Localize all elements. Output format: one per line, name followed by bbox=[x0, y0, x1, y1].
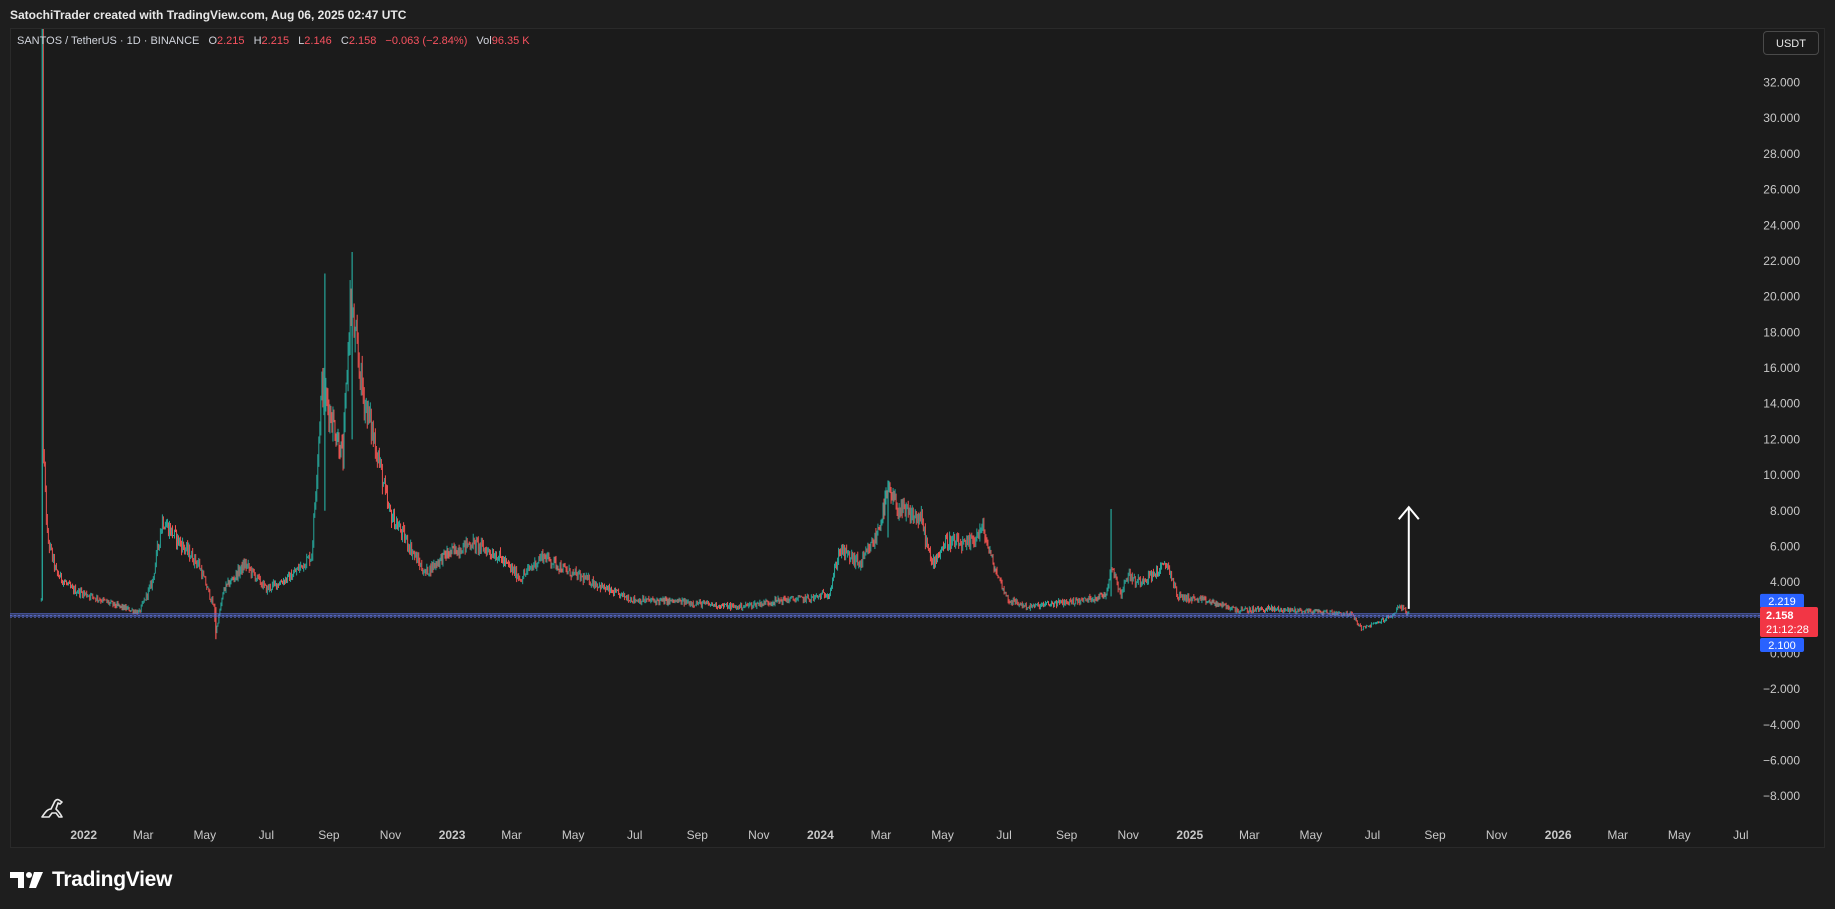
candles-group bbox=[40, 29, 1410, 640]
tradingview-footer: TradingView bbox=[10, 866, 172, 894]
y-tick-label: 12.000 bbox=[1763, 432, 1800, 446]
y-tick-label: 22.000 bbox=[1763, 254, 1800, 268]
open-value: 2.215 bbox=[217, 35, 245, 47]
volume-value: 96.35 K bbox=[491, 35, 530, 47]
x-tick-label: Mar bbox=[871, 828, 892, 842]
x-tick-label: Nov bbox=[748, 828, 769, 842]
x-tick-label: May bbox=[193, 828, 216, 842]
y-tick-label: 28.000 bbox=[1763, 147, 1800, 161]
x-tick-label: Mar bbox=[1607, 828, 1628, 842]
current-price-label: 2.158 bbox=[1766, 610, 1794, 622]
close-label: C bbox=[340, 35, 349, 47]
y-tick-label: 18.000 bbox=[1763, 325, 1800, 339]
x-tick-label: Jul bbox=[1365, 828, 1380, 842]
y-tick-label: 32.000 bbox=[1763, 76, 1800, 90]
x-tick-label: May bbox=[1300, 828, 1323, 842]
tradingview-brand: TradingView bbox=[52, 868, 173, 891]
symbol-legend: SANTOS / TetherUS · 1D · BINANCE O2.215 … bbox=[17, 35, 530, 47]
x-tick-label: May bbox=[562, 828, 585, 842]
tradingview-logo-icon bbox=[10, 872, 43, 888]
close-value: 2.158 bbox=[348, 35, 377, 47]
x-tick-label: 2022 bbox=[70, 828, 97, 842]
y-tick-label: 26.000 bbox=[1763, 183, 1800, 197]
symbol-name[interactable]: SANTOS / TetherUS · 1D · BINANCE bbox=[17, 35, 199, 47]
x-tick-label: Nov bbox=[1118, 828, 1139, 842]
y-tick-label: 30.000 bbox=[1763, 111, 1800, 125]
y-tick-label: 14.000 bbox=[1763, 397, 1800, 411]
y-tick-label: 10.000 bbox=[1763, 468, 1800, 482]
y-tick-label: −4.000 bbox=[1763, 718, 1800, 732]
x-tick-label: Sep bbox=[1424, 828, 1446, 842]
y-tick-label: 4.000 bbox=[1770, 575, 1800, 589]
volume-label: Vol bbox=[476, 35, 492, 47]
x-tick-label: Nov bbox=[1486, 828, 1507, 842]
level-tag-lower-label: 2.100 bbox=[1768, 640, 1796, 652]
x-tick-label: Jul bbox=[1733, 828, 1748, 842]
currency-button[interactable]: USDT bbox=[1763, 31, 1819, 55]
y-tick-label: −8.000 bbox=[1763, 789, 1800, 803]
x-tick-label: Jul bbox=[996, 828, 1011, 842]
x-tick-label: 2024 bbox=[807, 828, 834, 842]
x-tick-label: Sep bbox=[318, 828, 340, 842]
y-tick-label: 8.000 bbox=[1770, 504, 1800, 518]
x-tick-label: Mar bbox=[1239, 828, 1260, 842]
y-tick-label: −6.000 bbox=[1763, 754, 1800, 768]
x-tick-label: 2025 bbox=[1176, 828, 1203, 842]
x-tick-label: May bbox=[1668, 828, 1691, 842]
high-value: 2.215 bbox=[261, 35, 290, 47]
x-tick-label: 2023 bbox=[439, 828, 466, 842]
dino-icon[interactable] bbox=[38, 793, 68, 823]
y-tick-label: 20.000 bbox=[1763, 290, 1800, 304]
x-tick-label: Mar bbox=[133, 828, 154, 842]
x-tick-label: Sep bbox=[687, 828, 709, 842]
high-label: H bbox=[253, 35, 262, 47]
x-tick-label: Sep bbox=[1056, 828, 1078, 842]
x-tick-label: Nov bbox=[380, 828, 401, 842]
y-tick-label: 24.000 bbox=[1763, 218, 1800, 232]
y-tick-label: 16.000 bbox=[1763, 361, 1800, 375]
y-tick-label: 6.000 bbox=[1770, 539, 1800, 553]
x-tick-label: Jul bbox=[627, 828, 642, 842]
x-tick-label: 2026 bbox=[1545, 828, 1572, 842]
y-tick-label: −2.000 bbox=[1763, 682, 1800, 696]
price-chart[interactable]: 34.00032.00030.00028.00026.00024.00022.0… bbox=[0, 0, 1835, 909]
level-tag-upper-label: 2.219 bbox=[1768, 596, 1796, 608]
countdown-label: 21:12:28 bbox=[1766, 624, 1809, 636]
x-tick-label: May bbox=[931, 828, 954, 842]
low-value: 2.146 bbox=[304, 35, 332, 47]
x-tick-label: Mar bbox=[501, 828, 522, 842]
change-value: −0.063 (−2.84%) bbox=[385, 35, 468, 47]
open-label: O bbox=[208, 35, 217, 47]
x-tick-label: Jul bbox=[259, 828, 274, 842]
